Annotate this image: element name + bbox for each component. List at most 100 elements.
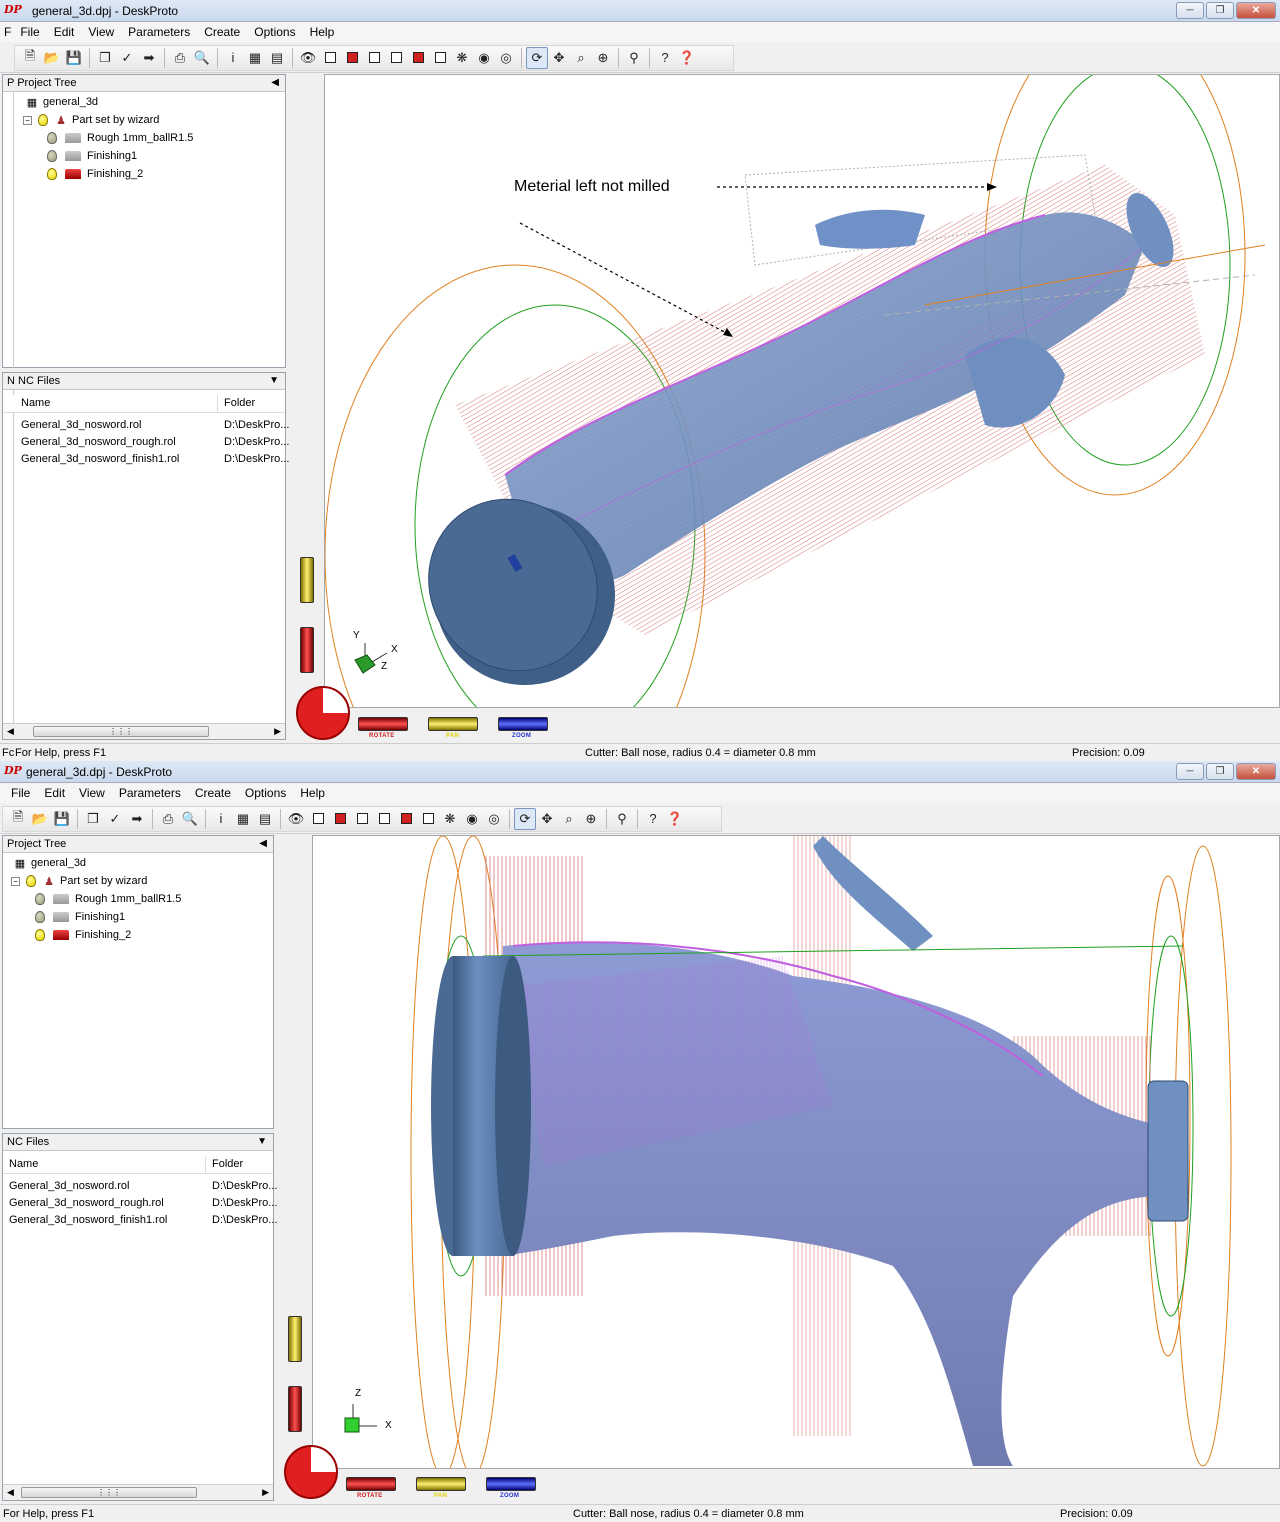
collapse-icon[interactable]: − [23, 115, 32, 125]
view-cube-icon[interactable] [307, 808, 329, 830]
tree-item-part[interactable]: − ♟ Part set by wizard [23, 111, 159, 129]
tree-item-project[interactable]: ▦ general_3d [13, 854, 86, 872]
new-part-icon[interactable]: ❐ [94, 47, 116, 69]
zoom-wheel[interactable] [498, 717, 548, 731]
view-default-icon[interactable]: ◉ [461, 808, 483, 830]
new-part-icon[interactable]: ❐ [82, 808, 104, 830]
lightbulb-on-icon[interactable] [33, 928, 47, 942]
save-icon[interactable]: 💾 [51, 808, 73, 830]
print-preview-icon[interactable]: 🔍 [179, 808, 201, 830]
help-icon[interactable]: ? [642, 808, 664, 830]
view-left-icon[interactable] [373, 808, 395, 830]
pan-wheel[interactable] [416, 1477, 466, 1491]
tree-item-part[interactable]: − ♟ Part set by wizard [11, 872, 147, 890]
view-top-icon[interactable] [429, 47, 451, 69]
pan-wheel[interactable] [428, 717, 478, 731]
properties-icon[interactable]: ▤ [254, 808, 276, 830]
view-left-icon[interactable] [385, 47, 407, 69]
rotate-view-icon[interactable]: ⟳ [514, 807, 536, 830]
view-front-icon[interactable] [329, 808, 351, 830]
view-iso-icon[interactable]: ❋ [439, 808, 461, 830]
menu-edit[interactable]: Edit [47, 25, 82, 39]
close-button[interactable]: ✕ [1236, 763, 1276, 780]
tree-item-operation[interactable]: Rough 1mm_ballR1.5 [45, 129, 193, 147]
view-front-icon[interactable] [341, 47, 363, 69]
rotate-dial[interactable] [296, 686, 350, 740]
menu-file[interactable]: File [13, 25, 46, 39]
lightbulb-on-icon[interactable] [24, 874, 38, 888]
zoom-window-icon[interactable]: ⌕ [570, 47, 592, 69]
horizontal-scrollbar[interactable]: ◀ ⋮⋮⋮ ▶ [3, 723, 285, 739]
minimize-button[interactable]: ─ [1176, 2, 1204, 19]
menu-view[interactable]: View [81, 25, 121, 39]
zoom-wheel[interactable] [486, 1477, 536, 1491]
tree-item-operation[interactable]: Finishing_2 [45, 165, 143, 183]
view-top-icon[interactable] [417, 808, 439, 830]
new-operation-icon[interactable]: ✓ [104, 808, 126, 830]
3d-viewport[interactable]: Z X [312, 835, 1280, 1469]
grid-icon[interactable]: ▦ [244, 47, 266, 69]
scroll-thumb[interactable]: ⋮⋮⋮ [21, 1487, 197, 1498]
view-back-icon[interactable] [363, 47, 385, 69]
rotate-view-icon[interactable]: ⟳ [526, 46, 548, 69]
zoom-100-icon[interactable]: ⚲ [611, 808, 633, 830]
context-help-icon[interactable]: ❓ [664, 808, 686, 830]
menu-file[interactable]: File [4, 786, 37, 800]
pan-vertical-wheel[interactable] [288, 1316, 302, 1362]
properties-icon[interactable]: ▤ [266, 47, 288, 69]
nc-file-row[interactable]: General_3d_nosword_rough.rol D:\DeskPro.… [3, 434, 289, 451]
rotate-vertical-wheel[interactable] [288, 1386, 302, 1432]
menu-options[interactable]: Options [247, 25, 302, 39]
menu-edit[interactable]: Edit [37, 786, 72, 800]
lightbulb-off-icon[interactable] [45, 131, 59, 145]
pan-vertical-wheel[interactable] [300, 557, 314, 603]
scroll-left-icon[interactable]: ◀ [7, 1487, 14, 1498]
tree-item-operation[interactable]: Rough 1mm_ballR1.5 [33, 890, 181, 908]
dropdown-arrow-icon[interactable]: ▼ [269, 373, 279, 389]
scroll-right-icon[interactable]: ▶ [274, 726, 281, 737]
3d-viewport[interactable]: Meterial left not milled Y X Z [324, 74, 1280, 708]
info-icon[interactable]: i [210, 808, 232, 830]
menu-view[interactable]: View [72, 786, 112, 800]
save-icon[interactable]: 💾 [63, 47, 85, 69]
grid-icon[interactable]: ▦ [232, 808, 254, 830]
collapse-arrow-icon[interactable]: ◀ [259, 836, 267, 852]
menu-help[interactable]: Help [293, 786, 332, 800]
column-name[interactable]: Name [9, 1158, 38, 1170]
rotate-wheel[interactable] [346, 1477, 396, 1491]
lightbulb-on-icon[interactable] [45, 167, 59, 181]
view-back-icon[interactable] [351, 808, 373, 830]
zoom-in-icon[interactable]: ⊕ [580, 808, 602, 830]
menu-help[interactable]: Help [303, 25, 342, 39]
export-icon[interactable]: ➡ [138, 47, 160, 69]
visibility-icon[interactable]: 👁 [285, 808, 307, 830]
collapse-icon[interactable]: − [11, 876, 20, 886]
view-default-icon[interactable]: ◉ [473, 47, 495, 69]
nc-file-row[interactable]: General_3d_nosword_finish1.rol D:\DeskPr… [3, 451, 289, 468]
menu-options[interactable]: Options [238, 786, 293, 800]
lightbulb-off-icon[interactable] [33, 910, 47, 924]
maximize-button[interactable]: ❐ [1206, 763, 1234, 780]
view-cube-icon[interactable] [319, 47, 341, 69]
pan-view-icon[interactable]: ✥ [536, 808, 558, 830]
view-eye-icon[interactable]: ◎ [495, 47, 517, 69]
visibility-icon[interactable]: 👁 [297, 47, 319, 69]
tree-item-operation[interactable]: Finishing1 [33, 908, 125, 926]
scroll-left-icon[interactable]: ◀ [7, 726, 14, 737]
column-name[interactable]: Name [21, 397, 50, 409]
close-button[interactable]: ✕ [1236, 2, 1276, 19]
lightbulb-off-icon[interactable] [33, 892, 47, 906]
rotate-dial[interactable] [284, 1445, 338, 1499]
menu-parameters[interactable]: Parameters [121, 25, 197, 39]
new-file-icon[interactable]: 🗎 [19, 47, 41, 69]
nc-file-row[interactable]: General_3d_nosword.rol D:\DeskPro... [3, 417, 289, 434]
rotate-vertical-wheel[interactable] [300, 627, 314, 673]
help-icon[interactable]: ? [654, 47, 676, 69]
zoom-window-icon[interactable]: ⌕ [558, 808, 580, 830]
view-right-icon[interactable] [407, 47, 429, 69]
menu-create[interactable]: Create [188, 786, 238, 800]
dropdown-arrow-icon[interactable]: ▼ [257, 1134, 267, 1150]
zoom-in-icon[interactable]: ⊕ [592, 47, 614, 69]
lightbulb-on-icon[interactable] [36, 113, 50, 127]
export-icon[interactable]: ➡ [126, 808, 148, 830]
